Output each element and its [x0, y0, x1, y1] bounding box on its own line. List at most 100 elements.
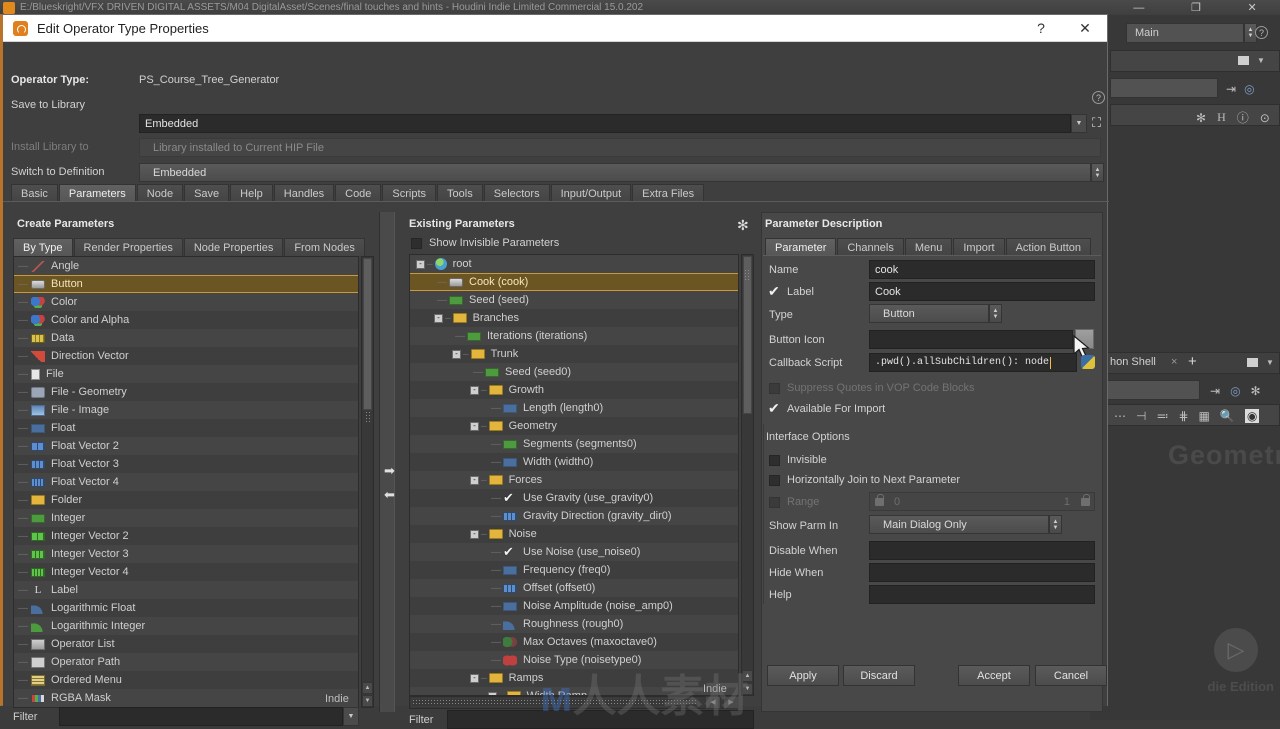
- create-parameters-tab-by-type[interactable]: By Type: [13, 238, 73, 256]
- create-parameter-item[interactable]: —Float: [14, 419, 358, 437]
- create-parameter-item[interactable]: —Float Vector 2: [14, 437, 358, 455]
- tab-python-shell[interactable]: hon Shell ×: [1110, 356, 1177, 368]
- existing-parameter-node[interactable]: —Width (width0): [410, 453, 738, 471]
- horizontally-join-checkbox[interactable]: [769, 475, 780, 486]
- create-parameter-item[interactable]: —Integer Vector 2: [14, 527, 358, 545]
- create-parameter-item[interactable]: —Direction Vector: [14, 347, 358, 365]
- scroll-up-button-left[interactable]: ▲: [362, 682, 373, 694]
- tree-expander-icon[interactable]: -: [470, 422, 479, 431]
- create-parameter-item[interactable]: —File: [14, 365, 358, 383]
- create-parameter-item[interactable]: —Logarithmic Float: [14, 599, 358, 617]
- tab-basic[interactable]: Basic: [11, 184, 58, 202]
- show-parm-in-spinner[interactable]: ▲▼: [1049, 515, 1062, 534]
- target-icon-2[interactable]: ◎: [1230, 384, 1240, 398]
- invisible-checkbox[interactable]: [769, 455, 780, 466]
- accept-button[interactable]: Accept: [958, 665, 1030, 686]
- type-combo[interactable]: Button: [869, 304, 989, 323]
- name-input[interactable]: cook: [869, 260, 1095, 279]
- create-parameters-tab-node-properties[interactable]: Node Properties: [184, 238, 284, 256]
- existing-parameter-node[interactable]: -–Geometry: [410, 417, 738, 435]
- panel-square-icon[interactable]: [1238, 56, 1249, 65]
- existing-parameter-node[interactable]: -–Ramps: [410, 669, 738, 687]
- existing-parameter-node[interactable]: —Noise Type (noisetype0): [410, 651, 738, 669]
- existing-parameter-node[interactable]: —Seed (seed0): [410, 363, 738, 381]
- invisible-row[interactable]: Invisible: [769, 450, 827, 470]
- mid-panel-resize-grip[interactable]: [744, 269, 751, 281]
- add-parameter-arrow-icon[interactable]: ➡: [384, 463, 395, 479]
- scroll-down-button-left[interactable]: ▼: [362, 695, 373, 707]
- callback-script-input[interactable]: .pwd().allSubChildren(): node: [869, 353, 1077, 372]
- create-parameter-item[interactable]: —Data: [14, 329, 358, 347]
- create-parameter-item[interactable]: —Integer: [14, 509, 358, 527]
- parameter-description-tab-action-button[interactable]: Action Button: [1006, 238, 1091, 256]
- create-parameter-item[interactable]: —Float Vector 3: [14, 455, 358, 473]
- help-input[interactable]: [869, 585, 1095, 604]
- existing-parameter-node[interactable]: -–Noise: [410, 525, 738, 543]
- info-icon[interactable]: ⓘ: [1237, 109, 1249, 126]
- create-parameter-item[interactable]: —Ordered Menu: [14, 671, 358, 689]
- bg-path-combo-2[interactable]: [1104, 380, 1200, 400]
- existing-parameters-hscrollbar[interactable]: [409, 696, 739, 709]
- create-parameter-item[interactable]: —LLabel: [14, 581, 358, 599]
- gear-icon-2[interactable]: ✻: [1251, 384, 1261, 398]
- snap-none-icon[interactable]: ⋯: [1114, 409, 1126, 423]
- parameter-description-tab-channels[interactable]: Channels: [837, 238, 903, 256]
- label-input[interactable]: Cook: [869, 282, 1095, 301]
- bg-path-combo[interactable]: [1110, 78, 1218, 98]
- hscroll-left-button[interactable]: ◀: [705, 696, 721, 709]
- horizontally-join-row[interactable]: Horizontally Join to Next Parameter: [769, 470, 960, 490]
- existing-parameter-node[interactable]: —Roughness (rough0): [410, 615, 738, 633]
- chevron-down-icon-2[interactable]: ▼: [1266, 358, 1274, 367]
- panel-divider[interactable]: [379, 212, 395, 712]
- label-row[interactable]: Label: [769, 282, 814, 302]
- gear-icon[interactable]: ✻: [1196, 111, 1206, 125]
- create-parameter-item[interactable]: —Integer Vector 3: [14, 545, 358, 563]
- button-icon-browse-button[interactable]: [1075, 329, 1094, 349]
- tab-handles[interactable]: Handles: [274, 184, 334, 202]
- close-icon[interactable]: ✕: [1247, 1, 1256, 14]
- tree-expander-icon[interactable]: -: [470, 674, 479, 683]
- existing-parameters-gear-icon[interactable]: ✻: [737, 217, 749, 234]
- create-parameter-item[interactable]: —Angle: [14, 257, 358, 275]
- minimize-icon[interactable]: —: [1133, 2, 1144, 14]
- create-parameters-tab-render-properties[interactable]: Render Properties: [74, 238, 183, 256]
- tab-scripts[interactable]: Scripts: [382, 184, 436, 202]
- existing-parameters-tree[interactable]: -–root—Cook (cook)—Seed (seed)-–Branches…: [409, 254, 739, 696]
- target-icon[interactable]: ◎: [1244, 82, 1254, 96]
- tree-expander-icon[interactable]: -: [470, 476, 479, 485]
- show-invisible-checkbox[interactable]: [411, 238, 422, 249]
- existing-parameter-node[interactable]: —Max Octaves (maxoctave0): [410, 633, 738, 651]
- remove-parameter-arrow-icon[interactable]: ⬅: [384, 487, 395, 503]
- disable-when-input[interactable]: [869, 541, 1095, 560]
- tree-expander-icon[interactable]: -: [434, 314, 443, 323]
- snap-point-icon[interactable]: ⊣: [1136, 409, 1146, 423]
- create-parameters-filter-dropdown[interactable]: ▼: [343, 707, 359, 726]
- tab-tools[interactable]: Tools: [437, 184, 483, 202]
- create-parameter-item[interactable]: —Integer Vector 4: [14, 563, 358, 581]
- tab-close-icon[interactable]: ×: [1171, 356, 1177, 368]
- add-tab-icon[interactable]: +: [1188, 353, 1197, 370]
- pin-icon-2[interactable]: ⇥: [1210, 384, 1220, 398]
- discard-button[interactable]: Discard: [843, 665, 915, 686]
- search-icon[interactable]: 🔍: [1220, 409, 1235, 423]
- available-for-import-checkbox[interactable]: [769, 404, 780, 415]
- houdini-h-icon[interactable]: H: [1217, 110, 1226, 125]
- parameter-description-tab-import[interactable]: Import: [953, 238, 1004, 256]
- existing-parameter-node[interactable]: —Use Noise (use_noise0): [410, 543, 738, 561]
- dialog-close-button[interactable]: ✕: [1063, 15, 1107, 42]
- show-parm-in-combo[interactable]: Main Dialog Only: [869, 515, 1049, 534]
- existing-parameter-node[interactable]: -–Width Ramp: [410, 687, 738, 696]
- left-panel-resize-grip[interactable]: [365, 411, 372, 423]
- create-parameters-scrollbar[interactable]: ▲ ▼: [361, 256, 374, 708]
- existing-parameter-node[interactable]: —Offset (offset0): [410, 579, 738, 597]
- existing-parameter-node[interactable]: —Length (length0): [410, 399, 738, 417]
- existing-parameter-node[interactable]: -–Branches: [410, 309, 738, 327]
- create-parameter-item[interactable]: —Operator Path: [14, 653, 358, 671]
- tab-code[interactable]: Code: [335, 184, 381, 202]
- snap-grid-icon[interactable]: ▦: [1199, 409, 1210, 423]
- snap-multi-icon[interactable]: ⋕: [1178, 409, 1188, 423]
- create-parameter-item[interactable]: —Folder: [14, 491, 358, 509]
- pin-icon[interactable]: ⇥: [1226, 82, 1236, 96]
- snap-prim-icon[interactable]: ≕: [1156, 409, 1168, 423]
- label-checkbox[interactable]: [769, 287, 780, 298]
